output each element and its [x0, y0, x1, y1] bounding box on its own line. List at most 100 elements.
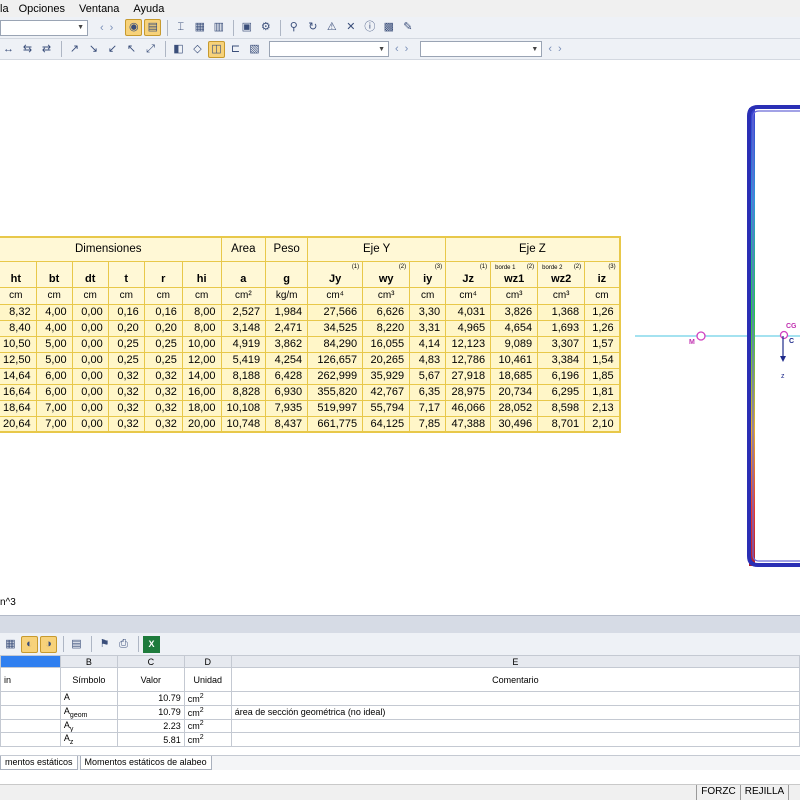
grid-cell-symbol[interactable]: Ay — [59, 718, 118, 734]
grid-mode-icon-1[interactable]: ◐ — [21, 635, 38, 653]
grid-cell-comment[interactable] — [230, 691, 800, 706]
info-icon[interactable]: ⓘ — [361, 19, 378, 36]
column-letter-c[interactable]: C — [116, 655, 185, 668]
sheet-tabs: mentos estáticos Momentos estáticos de a… — [0, 755, 800, 770]
table-cell: 10,108 — [220, 399, 267, 417]
rotate-icon[interactable]: ↻ — [304, 19, 321, 36]
grid-cell-unit[interactable]: cm2 — [183, 691, 232, 706]
section-combo[interactable]: ▼ — [0, 19, 88, 36]
grid-cell-description[interactable] — [0, 732, 61, 748]
unit-cell: cm — [584, 286, 621, 305]
unit-cell: cm — [107, 286, 145, 305]
tab-momentos-alabeo[interactable]: Momentos estáticos de alabeo — [79, 756, 212, 770]
grid-cell-unit[interactable]: cm2 — [183, 732, 232, 748]
table-cell: 10,461 — [490, 351, 539, 369]
grid-cell-value[interactable]: 2.23 — [116, 718, 185, 734]
table-cell: 0,00 — [71, 383, 109, 401]
view-combo-2[interactable]: ▼ — [420, 41, 543, 57]
results-grid[interactable]: A B C D E in Símbolo Valor Unidad Coment… — [0, 655, 800, 755]
status-rejilla[interactable]: REJILLA — [739, 785, 788, 800]
library-icon[interactable]: ▥ — [210, 19, 227, 36]
table-cell: 8,828 — [220, 383, 267, 401]
status-forzc[interactable]: FORZC — [696, 785, 739, 800]
shape-icon[interactable]: ◇ — [189, 41, 206, 58]
axis2-icon[interactable]: ↘ — [85, 41, 102, 58]
column-letter-d[interactable]: D — [183, 655, 232, 668]
excel-icon[interactable]: X — [143, 635, 160, 653]
grid-tool-icon[interactable]: ▦ — [2, 636, 19, 653]
grid-print-icon[interactable]: ⎙ — [115, 636, 132, 653]
column-letter-a[interactable]: A — [0, 655, 61, 668]
tools-icon[interactable]: ✎ — [399, 19, 416, 36]
grid-cell-description[interactable] — [0, 718, 61, 734]
menu-item-herramientas[interactable]: la — [0, 3, 9, 15]
settings-icon[interactable]: ⚙ — [257, 19, 274, 36]
grid-row[interactable]: A 10.79 cm2 — [0, 691, 800, 706]
section-icon[interactable]: ⌶ — [172, 19, 189, 36]
render-icon[interactable]: ◫ — [208, 40, 225, 58]
bracket-icon[interactable]: ⊏ — [227, 41, 244, 58]
table-cell: 1,81 — [584, 383, 621, 401]
dim-icon[interactable]: ↔ — [0, 41, 17, 58]
delete-icon[interactable]: ✕ — [342, 19, 359, 36]
grid-cell-unit[interactable]: cm2 — [183, 718, 232, 734]
unit-cell: cm — [35, 286, 73, 305]
table-cell: 0,20 — [143, 319, 183, 337]
table-icon[interactable]: ▦ — [191, 19, 208, 36]
table-cell: 4,00 — [35, 319, 73, 337]
table-cell: 4,00 — [35, 303, 73, 321]
view-combo-1[interactable]: ▼ — [269, 41, 389, 57]
grid-row[interactable]: Az 5.81 cm2 — [0, 732, 800, 748]
grid-cell-comment[interactable] — [230, 718, 800, 734]
grid-cell-value[interactable]: 10.79 — [116, 691, 185, 706]
menu-item-opciones[interactable]: Opciones — [19, 3, 65, 15]
axis5-icon[interactable]: ⤢ — [142, 41, 159, 58]
table-cell: 0,32 — [107, 399, 145, 417]
dim3-icon[interactable]: ⇄ — [38, 41, 55, 58]
calc-icon[interactable]: ▣ — [238, 19, 255, 36]
table-cell: 0,20 — [107, 319, 145, 337]
nav-arrows-2[interactable]: ‹› — [395, 43, 414, 55]
grid-cell-description[interactable] — [0, 704, 61, 720]
grid-cell-comment[interactable] — [230, 732, 800, 748]
table-cell: 27,918 — [445, 367, 492, 385]
unit-exponent: 2 — [199, 706, 204, 714]
grid-mode-icon-2[interactable]: ◑ — [40, 635, 57, 653]
link-icon[interactable]: ⚲ — [285, 19, 302, 36]
menu-item-ventana[interactable]: Ventana — [79, 3, 119, 15]
table-cell: 7,17 — [409, 399, 447, 417]
save-icon[interactable]: ▩ — [380, 19, 397, 36]
axis3-icon[interactable]: ↙ — [104, 41, 121, 58]
nav-arrows-3[interactable]: ‹› — [548, 43, 567, 55]
dxf-icon[interactable]: ▤ — [144, 19, 162, 36]
grid-table-icon[interactable]: ▤ — [68, 636, 85, 653]
grid-cell-symbol[interactable]: Ageom — [59, 704, 118, 720]
tab-momentos-estaticos[interactable]: mentos estáticos — [0, 756, 78, 770]
column-letter-b[interactable]: B — [59, 655, 118, 668]
column-letter-e[interactable]: E — [230, 655, 800, 668]
table-cell: 14,64 — [0, 367, 37, 385]
grid-row[interactable]: Ageom 10.79 cm2 área de sección geométrica … — [0, 704, 800, 720]
nav-arrows[interactable]: ‹› — [100, 22, 119, 34]
warning-icon[interactable]: ⚠ — [323, 19, 340, 36]
color-icon[interactable]: ▧ — [246, 41, 263, 58]
menu-item-ayuda[interactable]: Ayuda — [133, 3, 164, 15]
grid-cell-unit[interactable]: cm2 — [183, 704, 232, 720]
axis-icon[interactable]: ↗ — [66, 41, 83, 58]
graphics-canvas[interactable]: M CG C z Dimensiones Area Peso Eje Y Eje… — [0, 60, 800, 615]
grid-cell-value[interactable]: 10.79 — [116, 704, 185, 720]
grid-cell-description[interactable] — [0, 691, 61, 706]
zoom-icon[interactable]: ◧ — [170, 41, 187, 58]
dim2-icon[interactable]: ⇆ — [19, 41, 36, 58]
grid-cell-comment[interactable]: área de sección geométrica (no ideal) — [230, 704, 800, 720]
table-cell: 519,997 — [307, 399, 364, 417]
view-icon[interactable]: ◉ — [125, 19, 143, 36]
grid-cell-symbol[interactable]: A — [59, 691, 118, 706]
grid-row[interactable]: Ay 2.23 cm2 — [0, 718, 800, 734]
panel-splitter[interactable] — [0, 615, 800, 633]
grid-cell-symbol[interactable]: Az — [59, 732, 118, 748]
grid-filter-icon[interactable]: ⚑ — [96, 636, 113, 653]
grid-cell-value[interactable]: 5.81 — [116, 732, 185, 748]
group-eje-z: Eje Z — [445, 236, 621, 262]
axis4-icon[interactable]: ↖ — [123, 41, 140, 58]
